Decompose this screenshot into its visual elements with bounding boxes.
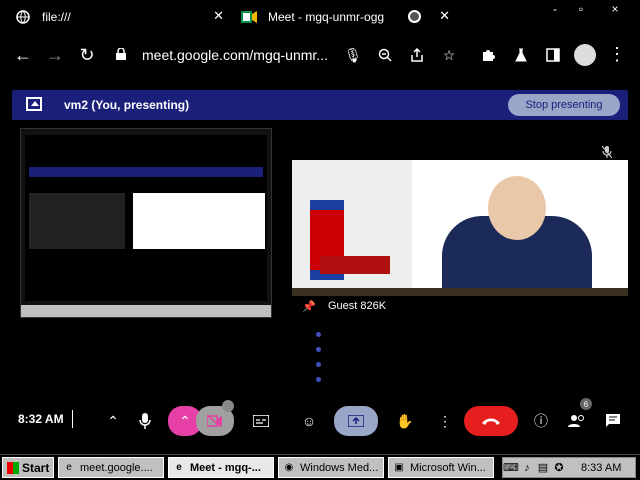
pin-icon[interactable]: 📌 <box>302 300 316 313</box>
page-dot[interactable] <box>316 377 321 382</box>
globe-icon <box>14 8 32 26</box>
person-head <box>488 176 546 240</box>
shared-video-tile <box>133 193 265 249</box>
keyboard-icon[interactable]: ⌨ <box>503 461 519 474</box>
end-call-button[interactable] <box>464 406 518 436</box>
meet-icon <box>240 8 258 26</box>
meet-controls: 8:32 AM ⌃ ⌃ ☺ ✋ ⋮ ⓘ 6 <box>0 396 640 446</box>
camera-alert-icon <box>222 400 234 412</box>
chat-icon[interactable] <box>598 406 628 436</box>
shared-banner <box>29 167 263 177</box>
tab-file[interactable]: file:/// ✕ <box>14 4 228 30</box>
forward-arrow-icon[interactable]: → <box>44 44 66 66</box>
address-bar-row: ← → ↻ meet.google.com/mgq-unmr... 🎙 ☆ ⋮ <box>0 34 640 76</box>
mic-muted-icon <box>601 145 613 161</box>
present-screen-icon <box>26 97 42 111</box>
desk <box>292 288 628 296</box>
tab-label: Meet - mgq-unmr-ogg <box>268 10 385 24</box>
profile-avatar[interactable] <box>574 44 596 66</box>
page-dot[interactable] <box>316 332 321 337</box>
zoom-icon[interactable] <box>374 44 396 66</box>
participant-count-badge: 6 <box>580 398 592 410</box>
minimize-button[interactable]: - <box>544 0 566 18</box>
taskbar-item-label: meet.google.... <box>80 461 153 474</box>
start-button[interactable]: Start <box>2 457 54 478</box>
close-tab-icon[interactable]: ✕ <box>439 8 450 24</box>
share-icon[interactable] <box>406 44 428 66</box>
taskbar-item-label: Meet - mgq-... <box>190 461 261 474</box>
taskbar-item[interactable]: e meet.google.... <box>58 457 164 478</box>
microphone-button[interactable] <box>130 406 160 436</box>
people-icon[interactable] <box>562 406 592 436</box>
security-icon[interactable]: ✪ <box>551 461 567 474</box>
windows-logo-icon <box>7 461 19 474</box>
chrome-icon: ◉ <box>284 462 294 473</box>
taskbar-item[interactable]: ◉ Windows Med... <box>278 457 384 478</box>
back-arrow-icon[interactable]: ← <box>12 44 34 66</box>
start-label: Start <box>22 460 50 475</box>
shared-thumbnail <box>29 193 125 249</box>
recording-icon <box>408 10 421 23</box>
browser-menu-icon[interactable]: ⋮ <box>608 44 626 65</box>
taskbar-item-label: Windows Med... <box>300 461 379 474</box>
page-dot[interactable] <box>316 362 321 367</box>
page-indicator <box>316 332 324 392</box>
page-dot[interactable] <box>316 347 321 352</box>
emoji-reaction-icon[interactable]: ☺ <box>294 406 324 436</box>
restore-button[interactable]: ▫ <box>570 0 592 18</box>
chevron-up-icon[interactable]: ⌃ <box>98 406 128 436</box>
tab-label: file:/// <box>42 10 71 24</box>
captions-button[interactable] <box>246 406 276 436</box>
more-options-icon[interactable]: ⋮ <box>430 406 460 436</box>
reload-icon[interactable]: ↻ <box>76 44 98 66</box>
meeting-info-icon[interactable]: ⓘ <box>526 406 556 436</box>
tab-meet[interactable]: Meet - mgq-unmr-ogg ✕ <box>240 4 454 30</box>
windows-taskbar: Start e meet.google.... e Meet - mgq-...… <box>0 454 640 480</box>
taskbar-item[interactable]: e Meet - mgq-... <box>168 457 274 478</box>
name-plaque <box>320 256 390 274</box>
network-icon[interactable]: ▤ <box>535 461 551 474</box>
ie-icon: e <box>66 462 72 473</box>
participant-video[interactable] <box>292 160 628 296</box>
presenting-title: vm2 (You, presenting) <box>64 98 190 112</box>
meet-page: vm2 (You, presenting) Stop presenting 📌 … <box>0 76 640 454</box>
participant-name: Guest 826K <box>328 300 387 312</box>
taskbar-item-label: Microsoft Win... <box>410 461 486 474</box>
taskbar-item[interactable]: ▣ Microsoft Win... <box>388 457 494 478</box>
microphone-icon[interactable]: 🎙 <box>342 44 364 66</box>
system-tray: ⌨ ♪ ▤ ✪ 8:33 AM <box>502 457 636 478</box>
extensions-icon[interactable] <box>478 44 500 66</box>
system-clock: 8:33 AM <box>581 461 622 474</box>
close-tab-icon[interactable]: ✕ <box>213 8 224 24</box>
stop-presenting-button[interactable]: Stop presenting <box>508 94 620 116</box>
lock-icon <box>116 47 130 63</box>
close-window-button[interactable]: × <box>604 0 626 18</box>
screen-share-preview <box>20 128 272 318</box>
bookmark-star-icon[interactable]: ☆ <box>438 44 460 66</box>
url-text: meet.google.com/mgq-unmr... <box>142 47 328 63</box>
side-panel-icon[interactable] <box>542 44 564 66</box>
divider <box>72 410 73 428</box>
shared-screen-content <box>25 135 267 301</box>
present-screen-button[interactable] <box>334 406 378 436</box>
mmc-icon: ▣ <box>394 462 404 473</box>
ie-icon: e <box>176 462 182 473</box>
volume-icon[interactable]: ♪ <box>519 462 535 474</box>
presenting-banner: vm2 (You, presenting) Stop presenting <box>12 90 628 120</box>
meeting-clock: 8:32 AM <box>18 412 64 426</box>
shared-taskbar <box>21 305 271 317</box>
labs-flask-icon[interactable] <box>510 44 532 66</box>
raise-hand-icon[interactable]: ✋ <box>390 406 420 436</box>
tab-strip: file:/// ✕ Meet - mgq-unmr-ogg ✕ - ▫ × <box>0 0 640 34</box>
